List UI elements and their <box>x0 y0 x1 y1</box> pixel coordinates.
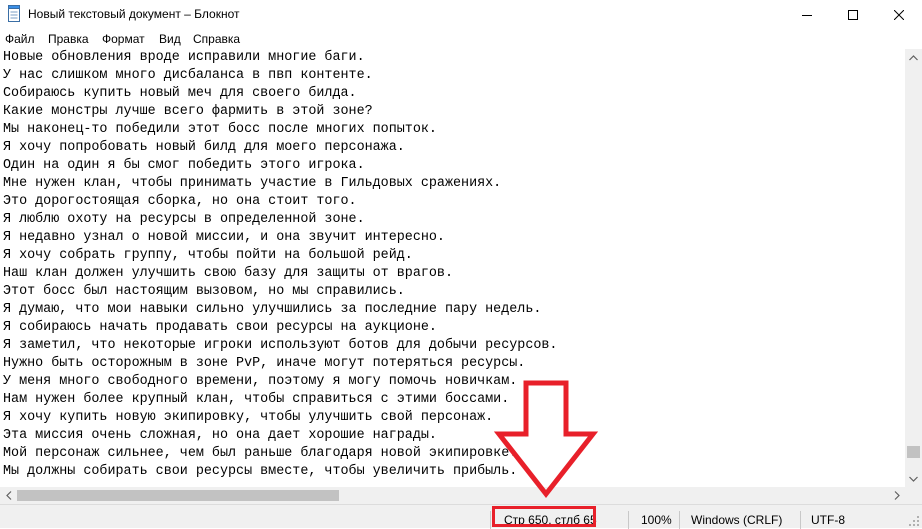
scroll-right-button[interactable] <box>888 487 905 504</box>
notepad-icon <box>8 5 20 22</box>
text-line: Мой персонаж сильнее, чем был раньше бла… <box>3 446 518 461</box>
chevron-right-icon <box>894 491 900 500</box>
text-line: Какие монстры лучше всего фармить в этой… <box>3 104 373 119</box>
close-button[interactable] <box>876 0 922 29</box>
menu-bar: Файл Правка Формат Вид Справка <box>0 29 922 49</box>
scroll-down-button[interactable] <box>905 470 922 487</box>
horizontal-scroll-thumb[interactable] <box>17 490 339 501</box>
scroll-up-button[interactable] <box>905 49 922 66</box>
status-divider <box>800 511 801 529</box>
status-divider <box>490 511 491 529</box>
resize-grip-icon[interactable] <box>908 515 920 527</box>
chevron-left-icon <box>5 491 11 500</box>
text-line: Я хочу собрать группу, чтобы пойти на бо… <box>3 248 413 263</box>
close-icon <box>894 9 904 20</box>
chevron-up-icon <box>909 54 918 60</box>
minimize-icon <box>802 14 812 16</box>
menu-file[interactable]: Файл <box>5 32 35 46</box>
scroll-left-button[interactable] <box>0 487 17 504</box>
text-line: Один на один я бы смог победить этого иг… <box>3 158 365 173</box>
text-line: Я хочу попробовать новый билд для моего … <box>3 140 405 155</box>
scroll-corner <box>905 487 922 504</box>
text-line: Я думаю, что мои навыки сильно улучшилис… <box>3 302 542 317</box>
vertical-scrollbar[interactable] <box>905 49 922 487</box>
text-line: У нас слишком много дисбаланса в пвп кон… <box>3 68 373 83</box>
text-line: Этот босс был настоящим вызовом, но мы с… <box>3 284 405 299</box>
text-line: Я недавно узнал о новой миссии, и она зв… <box>3 230 445 245</box>
text-line: Я люблю охоту на ресурсы в определенной … <box>3 212 365 227</box>
status-line-endings: Windows (CRLF) <box>691 513 783 527</box>
text-line: Я собираюсь начать продавать свои ресурс… <box>3 320 437 335</box>
menu-edit[interactable]: Правка <box>48 32 89 46</box>
menu-format[interactable]: Формат <box>102 32 145 46</box>
text-line: Новые обновления вроде исправили многие … <box>3 50 365 65</box>
text-line: Собираюсь купить новый меч для своего би… <box>3 86 357 101</box>
status-bar: Стр 650, стлб 65 100% Windows (CRLF) UTF… <box>0 504 922 529</box>
text-line: Мне нужен клан, чтобы принимать участие … <box>3 176 502 191</box>
maximize-icon <box>848 9 858 20</box>
text-line: Эта миссия очень сложная, но она дает хо… <box>3 428 437 443</box>
title-bar[interactable]: Новый текстовый документ – Блокнот <box>0 0 922 29</box>
vertical-scroll-thumb[interactable] <box>907 446 920 459</box>
status-encoding: UTF-8 <box>811 513 845 527</box>
down-arrow-icon <box>493 380 599 499</box>
text-line: Нужно быть осторожным в зоне PvP, иначе … <box>3 356 526 371</box>
text-line: Мы наконец-то победили этот босс после м… <box>3 122 437 137</box>
status-divider <box>679 511 680 529</box>
text-line: Нам нужен более крупный клан, чтобы спра… <box>3 392 510 407</box>
minimize-button[interactable] <box>784 0 830 29</box>
text-editor[interactable]: Новые обновления вроде исправили многие … <box>0 49 905 487</box>
status-divider <box>628 511 629 529</box>
text-line: У меня много свободного времени, поэтому… <box>3 374 518 389</box>
menu-help[interactable]: Справка <box>193 32 240 46</box>
horizontal-scrollbar[interactable] <box>0 487 905 504</box>
status-zoom: 100% <box>641 513 672 527</box>
text-line: Мы должны собирать свои ресурсы вместе, … <box>3 464 518 479</box>
text-line: Это дорогостоящая сборка, но она стоит т… <box>3 194 357 209</box>
text-line: Я хочу купить новую экипировку, чтобы ул… <box>3 410 494 425</box>
text-line: Наш клан должен улучшить свою базу для з… <box>3 266 453 281</box>
highlight-box <box>492 506 596 527</box>
window-title: Новый текстовый документ – Блокнот <box>28 7 240 21</box>
text-line: Я заметил, что некоторые игроки использу… <box>3 338 558 353</box>
chevron-down-icon <box>909 476 918 482</box>
maximize-button[interactable] <box>830 0 876 29</box>
menu-view[interactable]: Вид <box>159 32 181 46</box>
